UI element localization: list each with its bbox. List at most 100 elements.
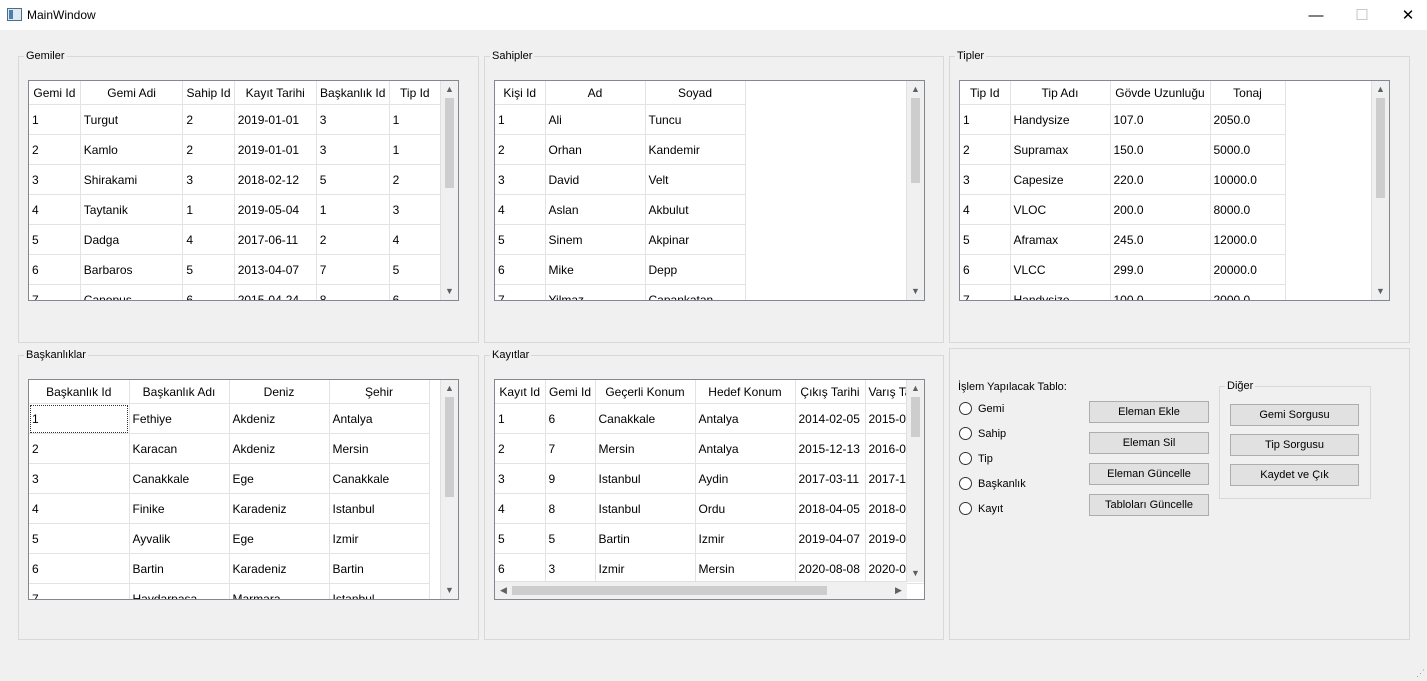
table-cell[interactable]: 6 — [29, 254, 81, 285]
radio-kayit[interactable]: Kayıt — [959, 502, 1003, 515]
table-row[interactable]: 2 Orhan Kandemir — [495, 134, 746, 165]
table-cell[interactable]: VLOC — [1010, 194, 1111, 225]
table-cell[interactable]: 200.0 — [1110, 194, 1211, 225]
table-cell[interactable]: Supramax — [1010, 134, 1111, 165]
table-cell[interactable]: 4 — [182, 224, 235, 255]
table-cell[interactable]: 1 — [495, 104, 546, 135]
table-cell[interactable]: 7 — [316, 254, 390, 285]
table-cell[interactable]: Karadeniz — [229, 553, 330, 584]
table-cell[interactable]: 2 — [29, 433, 130, 464]
table-cell[interactable]: Aframax — [1010, 224, 1111, 255]
column-header[interactable]: Gemi Id — [545, 380, 596, 404]
table-row[interactable]: 5 Aframax 245.0 12000.0 — [960, 224, 1286, 255]
table-cell[interactable]: 4 — [29, 194, 81, 225]
table-cell[interactable]: Handysize — [1010, 104, 1111, 135]
table-row[interactable]: 1 6 Canakkale Antalya 2014-02-05 2015-03 — [495, 403, 924, 434]
table-cell[interactable]: Antalya — [695, 403, 796, 434]
table-cell[interactable]: 5 — [495, 523, 546, 554]
table-cell[interactable]: 6 — [389, 284, 442, 300]
table-row[interactable]: 6 VLCC 299.0 20000.0 — [960, 254, 1286, 285]
column-header[interactable]: Kayıt Tarihi — [234, 81, 317, 105]
column-header[interactable]: Tip Id — [960, 81, 1011, 105]
table-row[interactable]: 2 Kamlo 2 2019-01-01 3 1 — [29, 134, 442, 165]
table-cell[interactable]: Kamlo — [80, 134, 184, 165]
scroll-thumb[interactable] — [911, 98, 920, 183]
table-cell[interactable]: Aslan — [545, 194, 646, 225]
table-cell[interactable]: 1 — [29, 403, 130, 434]
radio-baskanlik[interactable]: Başkanlık — [959, 477, 1026, 490]
scroll-left-icon[interactable]: ◀ — [495, 582, 512, 599]
table-cell[interactable]: 3 — [316, 134, 390, 165]
table-cell[interactable]: 4 — [389, 224, 442, 255]
scroll-down-icon[interactable]: ▼ — [907, 565, 924, 582]
table-cell[interactable]: 2017-06-11 — [234, 224, 317, 255]
table-cell[interactable]: Turgut — [80, 104, 184, 135]
table-cell[interactable]: 3 — [545, 553, 596, 584]
table-row[interactable]: 1 Turgut 2 2019-01-01 3 1 — [29, 104, 442, 135]
table-row[interactable]: 1 Handysize 107.0 2050.0 — [960, 104, 1286, 135]
table-cell[interactable]: 2020-08-08 — [795, 553, 866, 584]
scroll-thumb[interactable] — [445, 98, 454, 188]
table-cell[interactable]: 8000.0 — [1210, 194, 1286, 225]
column-header[interactable]: Başkanlık Id — [316, 81, 390, 105]
table-row[interactable]: 7 Handysize 100.0 2000.0 — [960, 284, 1286, 300]
scroll-thumb[interactable] — [911, 397, 920, 437]
table-cell[interactable]: Velt — [645, 164, 746, 195]
table-row[interactable]: 6 Barbaros 5 2013-04-07 7 5 — [29, 254, 442, 285]
column-header[interactable]: Ad — [545, 81, 646, 105]
table-cell[interactable]: Canopus — [80, 284, 184, 300]
table-cell[interactable]: 3 — [182, 164, 235, 195]
table-cell[interactable]: 6 — [960, 254, 1011, 285]
table-cell[interactable]: Canakkale — [329, 463, 430, 494]
table-row[interactable]: 3 David Velt — [495, 164, 746, 195]
table-cell[interactable]: 150.0 — [1110, 134, 1211, 165]
table-row[interactable]: 6 Bartin Karadeniz Bartin — [29, 553, 430, 584]
table-row[interactable]: 3 Capesize 220.0 10000.0 — [960, 164, 1286, 195]
column-header[interactable]: Tonaj — [1210, 81, 1286, 105]
table-cell[interactable]: 5 — [182, 254, 235, 285]
table-cell[interactable]: Mike — [545, 254, 646, 285]
sahipler-table[interactable]: Kişi Id Ad Soyad 1 Ali Tuncu 2 Orhan Kandemi… — [494, 80, 925, 301]
table-cell[interactable]: Sinem — [545, 224, 646, 255]
table-cell[interactable]: 6 — [545, 403, 596, 434]
scroll-right-icon[interactable]: ▶ — [890, 582, 907, 599]
table-cell[interactable]: 2 — [389, 164, 442, 195]
scroll-down-icon[interactable]: ▼ — [1372, 283, 1389, 300]
scroll-down-icon[interactable]: ▼ — [907, 283, 924, 300]
table-cell[interactable]: Izmir — [595, 553, 696, 584]
table-cell[interactable]: 6 — [29, 553, 130, 584]
table-cell[interactable]: 5 — [495, 224, 546, 255]
table-row[interactable]: 4 Finike Karadeniz Istanbul — [29, 493, 430, 524]
table-cell[interactable]: 2018-04-05 — [795, 493, 866, 524]
table-cell[interactable]: Ege — [229, 523, 330, 554]
table-cell[interactable]: Ayvalik — [129, 523, 230, 554]
table-cell[interactable]: 2 — [960, 134, 1011, 165]
table-cell[interactable]: David — [545, 164, 646, 195]
table-cell[interactable]: Bartin — [129, 553, 230, 584]
column-header[interactable]: Geçerli Konum — [595, 380, 696, 404]
table-row[interactable]: 5 Sinem Akpinar — [495, 224, 746, 255]
table-cell[interactable]: 107.0 — [1110, 104, 1211, 135]
table-row[interactable]: 7 Canopus 6 2015-04-24 8 6 — [29, 284, 442, 300]
column-header[interactable]: Tip Id — [389, 81, 442, 105]
table-cell[interactable]: 4 — [29, 493, 130, 524]
table-cell[interactable]: 245.0 — [1110, 224, 1211, 255]
table-cell[interactable]: 1 — [316, 194, 390, 225]
table-row[interactable]: 7 Haydarpasa Marmara Istanbul — [29, 583, 430, 599]
table-row[interactable]: 1 Ali Tuncu — [495, 104, 746, 135]
table-cell[interactable]: 5000.0 — [1210, 134, 1286, 165]
update-element-button[interactable]: Eleman Güncelle — [1089, 463, 1209, 485]
table-cell[interactable]: Mersin — [695, 553, 796, 584]
table-row[interactable]: 3 Shirakami 3 2018-02-12 5 2 — [29, 164, 442, 195]
table-cell[interactable]: Mersin — [595, 433, 696, 464]
table-cell[interactable]: 3 — [960, 164, 1011, 195]
column-header[interactable]: Kayıt Id — [495, 380, 546, 404]
column-header[interactable]: Soyad — [645, 81, 746, 105]
column-header[interactable]: Gövde Uzunluğu — [1110, 81, 1211, 105]
table-cell[interactable]: 4 — [495, 493, 546, 524]
table-cell[interactable]: 2050.0 — [1210, 104, 1286, 135]
table-cell[interactable]: Canakkale — [129, 463, 230, 494]
table-cell[interactable]: Aydin — [695, 463, 796, 494]
table-cell[interactable]: 6 — [495, 553, 546, 584]
baskanliklar-table[interactable]: Başkanlık Id Başkanlık Adı Deniz Şehir 1… — [28, 379, 459, 600]
